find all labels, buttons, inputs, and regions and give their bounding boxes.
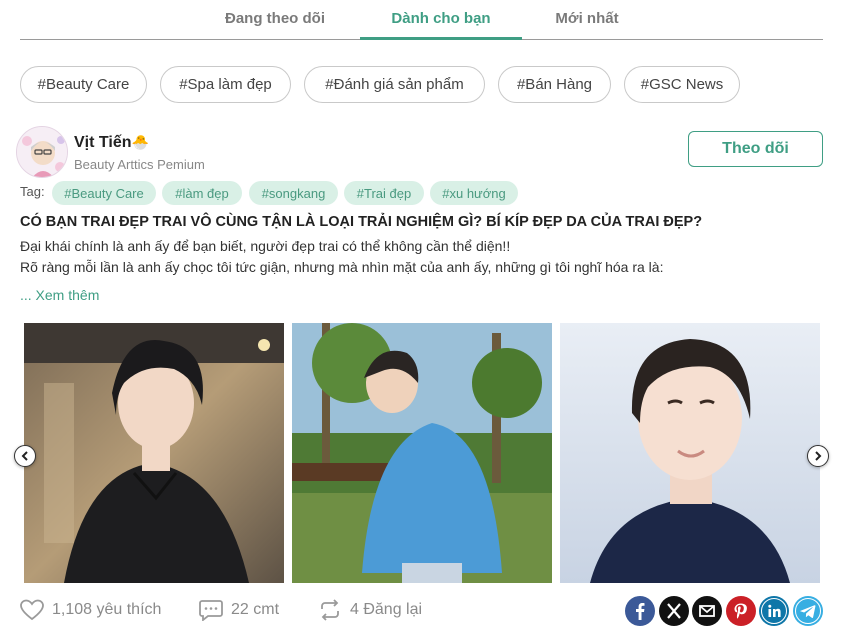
- avatar[interactable]: [16, 126, 68, 178]
- like-count: 1,108 yêu thích: [52, 601, 162, 618]
- author-subtitle: Beauty Arttics Pemium: [74, 157, 205, 172]
- tag-lam-dep[interactable]: #làm đẹp: [162, 181, 242, 205]
- share-facebook-button[interactable]: [625, 596, 655, 626]
- comment-button[interactable]: 22 cmt: [199, 598, 279, 622]
- topic-chip-sales[interactable]: #Bán Hàng: [498, 66, 611, 103]
- tag-songkang[interactable]: #songkang: [249, 181, 338, 205]
- author-name[interactable]: Vịt Tiến🐣: [74, 134, 149, 152]
- comment-count: 22 cmt: [231, 601, 280, 618]
- tag-trai-dep[interactable]: #Trai đẹp: [344, 181, 424, 205]
- share-email-button[interactable]: [692, 596, 722, 626]
- tab-following[interactable]: Đang theo dõi: [190, 10, 360, 40]
- carousel-prev-button[interactable]: [14, 445, 36, 467]
- see-more-link[interactable]: ... Xem thêm: [20, 287, 99, 303]
- share-x-button[interactable]: [659, 596, 689, 626]
- topic-chip-gsc-news[interactable]: #GSC News: [624, 66, 740, 103]
- x-icon: [659, 596, 689, 626]
- linkedin-icon: [759, 596, 789, 626]
- heart-icon: [20, 599, 44, 621]
- like-button[interactable]: 1,108 yêu thích: [20, 598, 161, 622]
- repost-icon: [321, 599, 339, 621]
- repost-button[interactable]: 4 Đăng lại: [318, 598, 422, 622]
- chick-emoji: 🐣: [131, 134, 149, 150]
- post-photo-2[interactable]: [292, 323, 552, 583]
- chevron-left-icon: [21, 451, 28, 461]
- tab-latest[interactable]: Mới nhất: [522, 10, 652, 40]
- post-photo-1[interactable]: [24, 323, 284, 583]
- tag-beauty-care[interactable]: #Beauty Care: [52, 181, 156, 205]
- chevron-right-icon: [815, 451, 822, 461]
- repost-count: 4 Đăng lại: [350, 601, 423, 618]
- share-pinterest-button[interactable]: [726, 596, 756, 626]
- email-icon: [692, 596, 722, 626]
- post-line-1: Đại khái chính là anh ấy để bạn biết, ng…: [20, 238, 511, 254]
- post-photo-3[interactable]: [560, 323, 820, 583]
- post-title[interactable]: CÓ BẠN TRAI ĐẸP TRAI VÔ CÙNG TẬN LÀ LOẠI…: [20, 214, 702, 230]
- carousel-next-button[interactable]: [807, 445, 829, 467]
- follow-button[interactable]: Theo dõi: [688, 131, 823, 167]
- share-linkedin-button[interactable]: [759, 596, 789, 626]
- tab-for-you[interactable]: Dành cho bạn: [360, 10, 522, 40]
- topic-chip-beauty-care[interactable]: #Beauty Care: [20, 66, 147, 103]
- tag-xu-huong[interactable]: #xu hướng: [430, 181, 518, 205]
- facebook-icon: [625, 596, 655, 626]
- tag-label: Tag:: [20, 184, 45, 199]
- topic-chip-product-review[interactable]: #Đánh giá sản phẩm: [304, 66, 485, 103]
- share-telegram-button[interactable]: [793, 596, 823, 626]
- topic-chip-spa[interactable]: #Spa làm đẹp: [160, 66, 291, 103]
- feed-tabs: Đang theo dõi Dành cho bạn Mới nhất: [20, 0, 823, 40]
- pinterest-icon: [726, 596, 756, 626]
- comment-icon: [199, 600, 223, 621]
- telegram-icon: [793, 596, 823, 626]
- post-line-2: Rõ ràng mỗi lần là anh ấy chọc tôi tức g…: [20, 259, 664, 275]
